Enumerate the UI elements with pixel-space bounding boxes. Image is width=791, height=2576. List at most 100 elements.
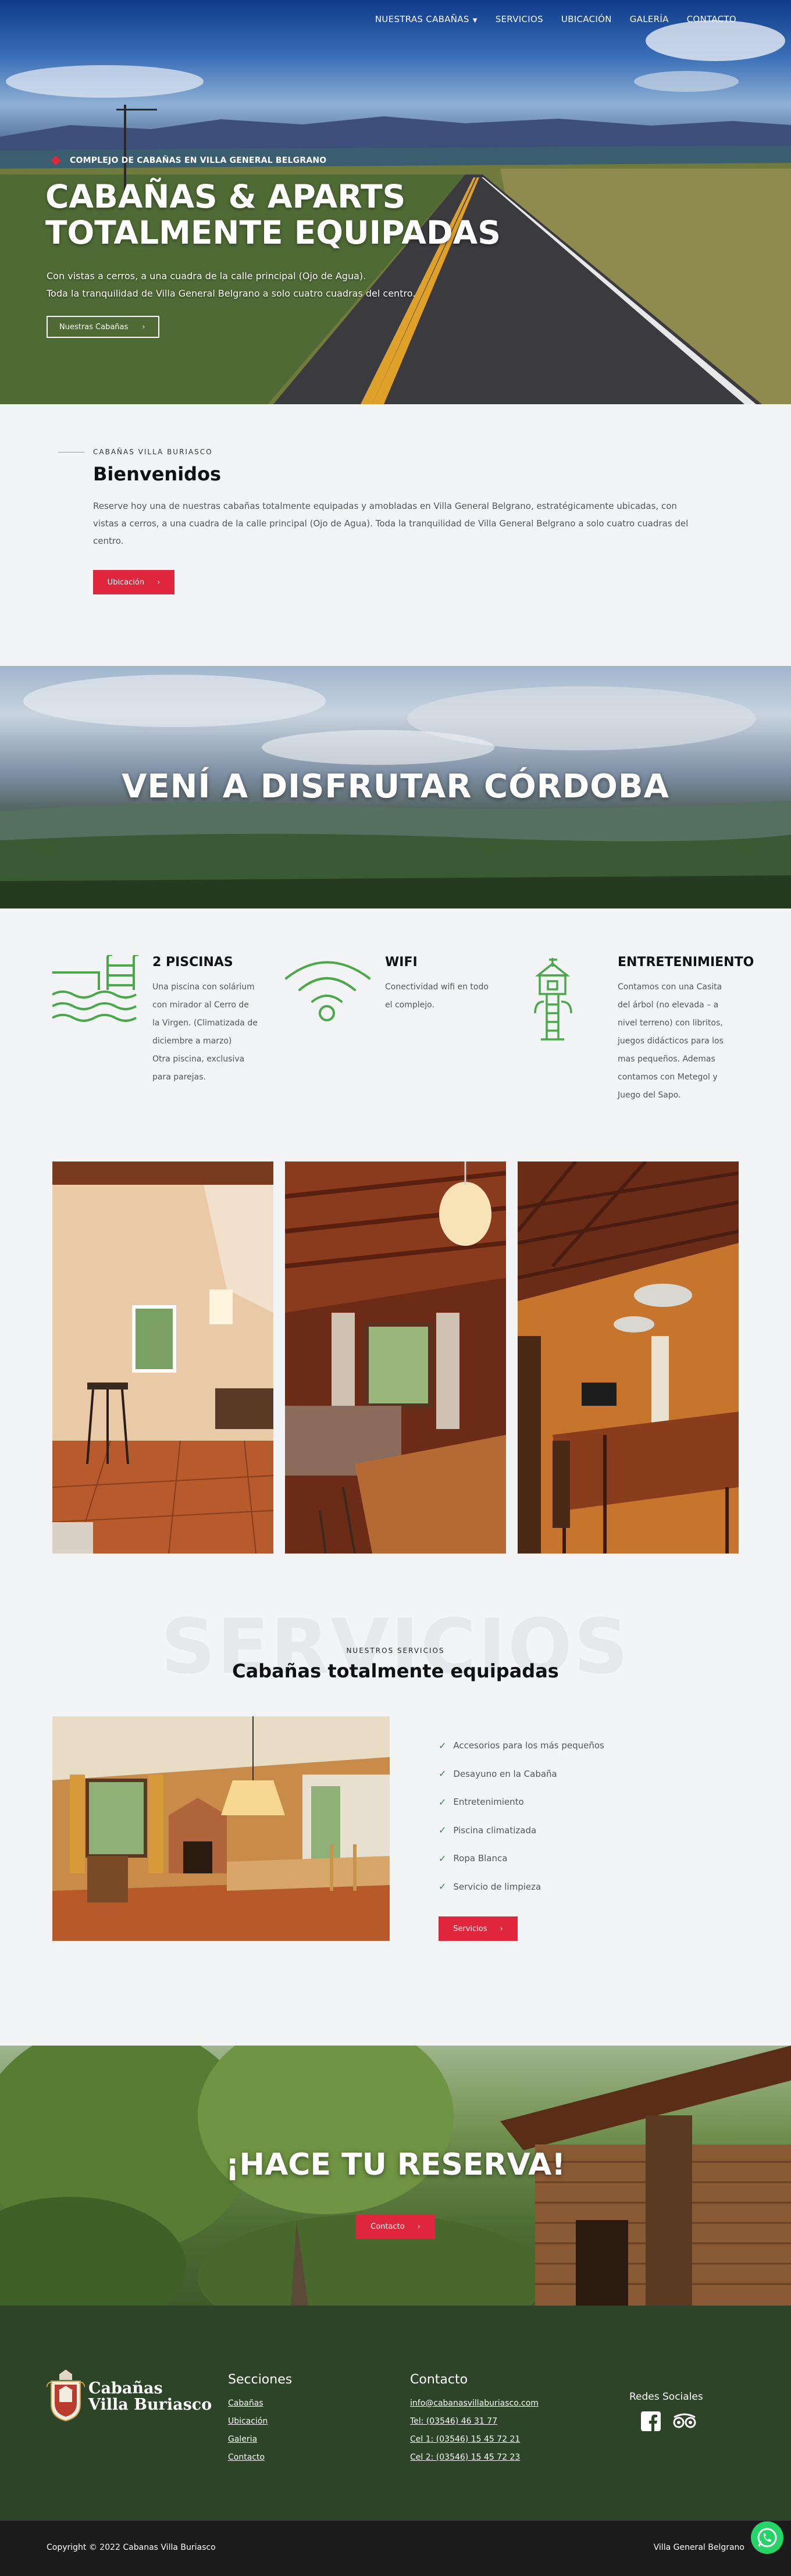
whatsapp-icon — [757, 2528, 777, 2548]
contacto-heading: Contacto — [410, 2372, 468, 2387]
secciones-heading: Secciones — [228, 2372, 293, 2387]
line: Juego del Sapo. — [618, 1091, 681, 1100]
list-item: ✓ Servicio de limpieza — [439, 1873, 604, 1901]
servicios-section: SERVICIOS NUESTROS SERVICIOS Cabañas tot… — [0, 1602, 791, 2046]
line: Una piscina con solárium — [152, 982, 255, 992]
line: con mirador al Cerro de — [152, 1000, 249, 1010]
item-label: Desayuno en la Cabaña — [453, 1768, 557, 1779]
ubicacion-button[interactable]: Ubicación › — [93, 570, 174, 594]
nav-item-servicios[interactable]: SERVICIOS — [496, 14, 543, 24]
footer-link-cabanas[interactable]: Cabañas — [228, 2399, 268, 2417]
phone-link[interactable]: Tel: (03546) 46 31 77 — [410, 2417, 539, 2435]
footer-link-contacto[interactable]: Contacto — [228, 2453, 268, 2471]
nav-item-ubicacion[interactable]: UBICACIÓN — [561, 14, 612, 24]
treehouse-icon — [534, 958, 572, 1041]
servicios-button[interactable]: Servicios › — [439, 1916, 518, 1941]
features-section: 2 PISCINAS Una piscina con solárium con m… — [0, 908, 791, 1161]
hero-kicker: COMPLEJO DE CABAÑAS EN VILLA GENERAL BEL… — [51, 155, 326, 166]
footer-link-ubicacion[interactable]: Ubicación — [228, 2417, 268, 2435]
feature-text: Contamos con una Casita del árbol (no ele… — [618, 978, 757, 1104]
line: mas pequeños. Ademas — [618, 1054, 715, 1064]
servicios-list: ✓ Accesorios para los más pequeños ✓ Desay… — [439, 1731, 604, 1901]
tripadvisor-icon[interactable] — [672, 2411, 697, 2431]
feature-title: 2 PISCINAS — [152, 955, 233, 970]
line: para parejas. — [152, 1073, 206, 1082]
hero-section: COMPLEJO DE CABAÑAS EN VILLA GENERAL BEL… — [0, 0, 791, 404]
check-icon: ✓ — [439, 1881, 447, 1893]
button-label: Ubicación — [107, 578, 145, 587]
reserva-title: ¡HACE TU RESERVA! — [225, 2147, 566, 2182]
line: el complejo. — [385, 1000, 434, 1010]
nav-item-nuestras-cabanas[interactable]: NUESTRAS CABAÑAS ▼ — [375, 14, 478, 24]
line: Otra piscina, exclusiva — [152, 1054, 245, 1064]
item-label: Entretenimiento — [453, 1797, 524, 1808]
nav-item-galeria[interactable]: GALERÍA — [630, 14, 669, 24]
item-label: Piscina climatizada — [453, 1825, 537, 1836]
servicios-kicker: NUESTROS SERVICIOS — [346, 1647, 445, 1655]
gallery-section — [0, 1161, 791, 1604]
whatsapp-button[interactable] — [751, 2521, 783, 2554]
button-label: Contacto — [370, 2222, 405, 2231]
check-icon: ✓ — [439, 1825, 447, 1836]
contacto-list: info@cabanasvillaburiasco.com Tel: (0354… — [410, 2399, 539, 2471]
copyright-text: Copyright © 2022 Cabanas Villa Buriasco — [47, 2543, 216, 2552]
gallery-photo-dining[interactable] — [285, 1161, 506, 1554]
contacto-button[interactable]: Contacto › — [356, 2214, 435, 2239]
email-link[interactable]: info@cabanasvillaburiasco.com — [410, 2399, 539, 2417]
footer-link-galeria[interactable]: Galeria — [228, 2435, 268, 2453]
servicios-photo — [52, 1716, 390, 1941]
list-item: ✓ Accesorios para los más pequeños — [439, 1731, 604, 1760]
line: Conectividad wifi en todo — [385, 982, 489, 992]
list-item: ✓ Desayuno en la Cabaña — [439, 1760, 604, 1788]
item-label: Servicio de limpieza — [453, 1881, 541, 1892]
site-footer: Cabañas Villa Buriasco Secciones Cabañas … — [0, 2306, 791, 2521]
feature-text: Conectividad wifi en todo el complejo. — [385, 978, 519, 1014]
check-icon: ✓ — [439, 1796, 447, 1808]
gallery-photo-living[interactable] — [52, 1161, 273, 1554]
cel1-link[interactable]: Cel 1: (03546) 15 45 72 21 — [410, 2435, 539, 2453]
line: contamos con Metegol y — [618, 1073, 718, 1082]
welcome-text: Reserve hoy una de nuestras cabañas tota… — [93, 501, 689, 546]
wifi-icon — [285, 961, 370, 1021]
logo-line2: Villa Buriasco — [88, 2396, 212, 2414]
check-icon: ✓ — [439, 1740, 447, 1751]
gallery-photo-kitchen[interactable] — [518, 1161, 739, 1554]
hero-sub-line2: Toda la tranquilidad de Villa General Be… — [47, 288, 416, 299]
facebook-icon[interactable] — [641, 2411, 661, 2431]
item-label: Accesorios para los más pequeños — [453, 1740, 604, 1751]
welcome-kicker: CABAÑAS VILLA BURIASCO — [93, 448, 213, 456]
nuestras-cabanas-button[interactable]: Nuestras Cabañas › — [47, 316, 159, 338]
button-label: Servicios — [453, 1924, 487, 1933]
banner-title: VENÍ A DISFRUTAR CÓRDOBA — [122, 768, 669, 806]
servicios-title: Cabañas totalmente equipadas — [232, 1660, 559, 1682]
arrow-right-icon: › — [142, 322, 145, 332]
line: Contamos con una Casita — [618, 982, 722, 992]
copyright-bar: Copyright © 2022 Cabanas Villa Buriasco … — [0, 2521, 791, 2576]
line: juegos didácticos para los — [618, 1036, 724, 1046]
line: la Virgen. (Climatizada de — [152, 1018, 258, 1028]
hero-title-line1: CABAÑAS & APARTS — [45, 178, 406, 215]
cordoba-banner: VENÍ A DISFRUTAR CÓRDOBA — [0, 666, 791, 908]
list-item: ✓ Ropa Blanca — [439, 1844, 604, 1873]
feature-title: WIFI — [385, 955, 418, 970]
nav-item-contacto[interactable]: CONTACTO — [687, 14, 736, 24]
cel2-link[interactable]: Cel 2: (03546) 15 45 72 23 — [410, 2453, 539, 2471]
cta-label: Nuestras Cabañas — [59, 322, 129, 332]
crest-logo[interactable] — [47, 2370, 85, 2422]
line: del árbol (no elevada – a — [618, 1000, 719, 1010]
divider — [58, 452, 84, 453]
diamond-icon — [51, 155, 61, 166]
line: diciembre a marzo) — [152, 1036, 232, 1046]
logo-text: Cabañas Villa Buriasco — [88, 2381, 212, 2413]
feature-title: ENTRETENIMIENTO — [618, 955, 754, 970]
welcome-section: CABAÑAS VILLA BURIASCO Bienvenidos Reser… — [0, 404, 791, 666]
list-item: ✓ Entretenimiento — [439, 1788, 604, 1816]
hero-subtitle: Con vistas a cerros, a una cuadra de la … — [47, 268, 415, 302]
list-item: ✓ Piscina climatizada — [439, 1816, 604, 1845]
arrow-right-icon: › — [417, 2222, 421, 2231]
check-icon: ✓ — [439, 1852, 447, 1864]
redes-heading: Redes Sociales — [629, 2391, 703, 2403]
hero-title: CABAÑAS & APARTS TOTALMENTE EQUIPADAS — [45, 179, 569, 251]
hero-title-line2: TOTALMENTE EQUIPADAS — [45, 214, 501, 251]
feature-text: Una piscina con solárium con mirador al C… — [152, 978, 286, 1086]
